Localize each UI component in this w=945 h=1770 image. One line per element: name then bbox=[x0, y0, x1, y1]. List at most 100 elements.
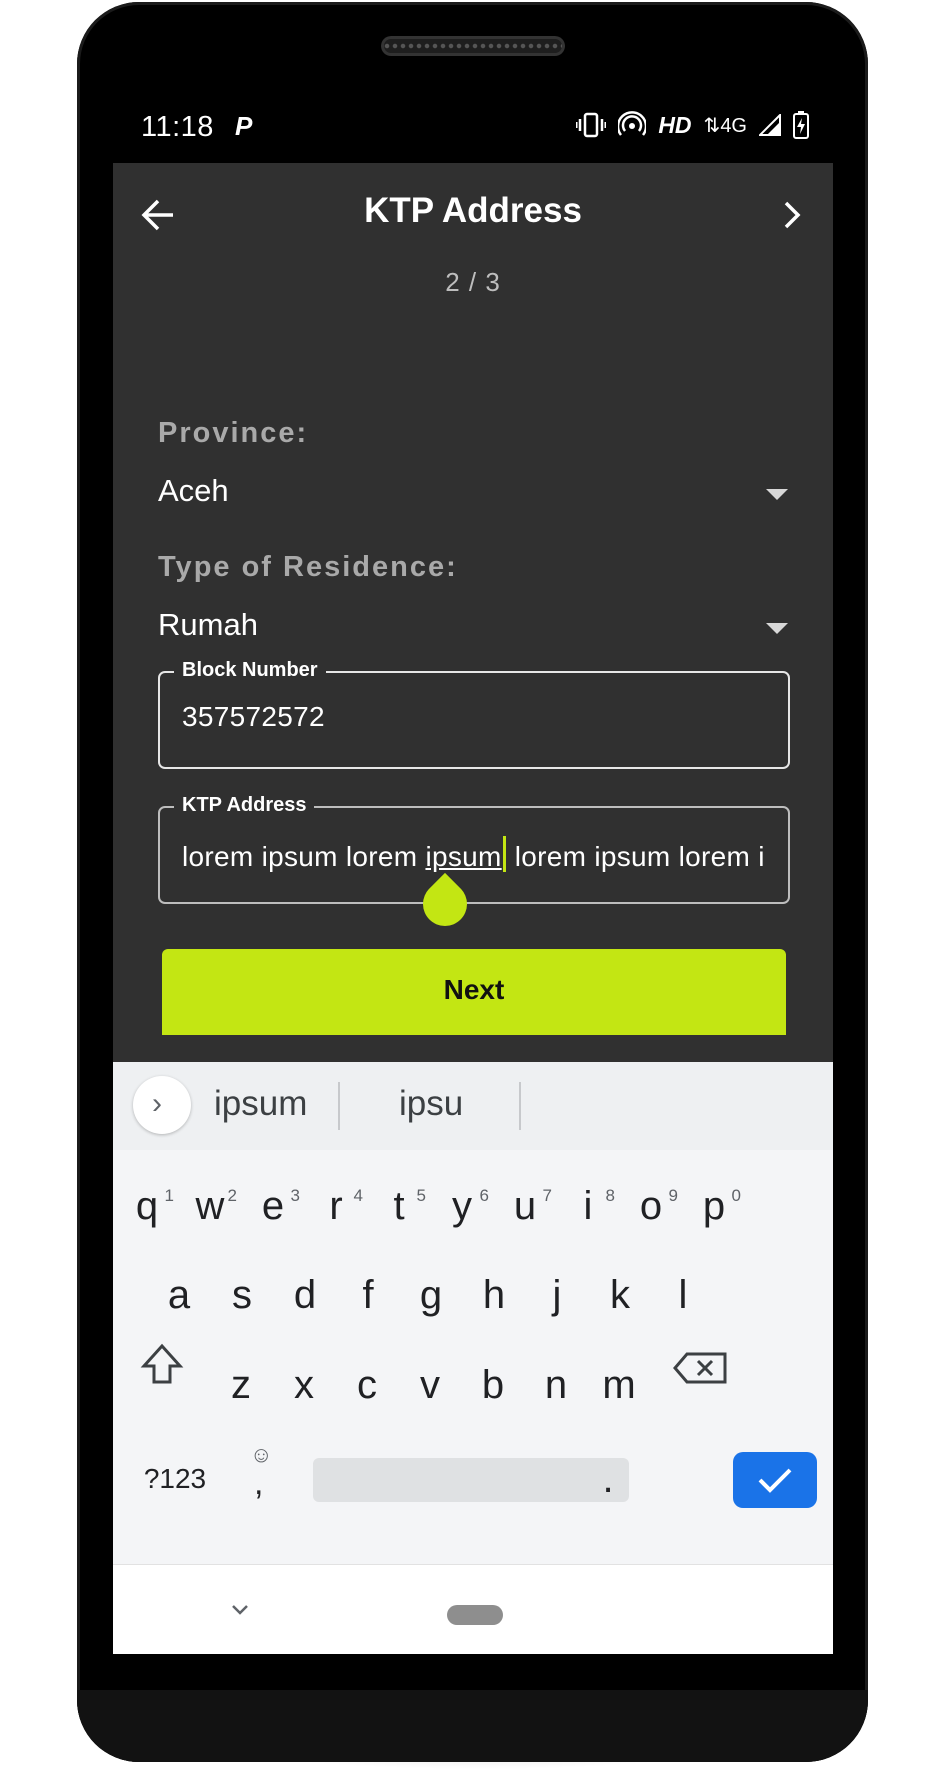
checkmark-icon bbox=[758, 1468, 792, 1493]
key-number-hint: 6 bbox=[479, 1186, 489, 1205]
block-number-field[interactable]: Block Number 357572572 bbox=[158, 659, 790, 769]
key-label: y bbox=[452, 1184, 472, 1228]
hide-keyboard-chevron-icon[interactable] bbox=[225, 1595, 255, 1625]
comma-label: , bbox=[254, 1464, 264, 1502]
key-v[interactable]: v bbox=[395, 1340, 465, 1430]
step-indicator: 2 / 3 bbox=[445, 267, 501, 297]
key-q[interactable]: q1 bbox=[113, 1161, 182, 1251]
suggestion-2[interactable]: ipsu bbox=[399, 1084, 463, 1124]
vibrate-icon bbox=[576, 112, 607, 138]
suggestion-divider bbox=[338, 1082, 340, 1130]
status-icons: HD ⇅4G bbox=[576, 111, 809, 139]
hotspot-icon bbox=[618, 111, 647, 136]
key-label: e bbox=[261, 1184, 285, 1228]
key-t[interactable]: t5 bbox=[364, 1161, 434, 1251]
address-text-after: lorem ipsum lorem ip bbox=[506, 841, 766, 872]
ktp-address-screen: KTP Address 2 / 3 Province: Aceh Type of… bbox=[113, 163, 833, 1062]
ktp-address-field[interactable]: KTP Address lorem ipsum lorem ipsum lore… bbox=[158, 794, 790, 904]
key-r[interactable]: r4 bbox=[301, 1161, 371, 1251]
dropdown-caret-icon bbox=[766, 623, 788, 634]
symbols-key[interactable]: ?123 bbox=[125, 1434, 225, 1524]
dropdown-caret-icon bbox=[766, 489, 788, 500]
backspace-icon[interactable] bbox=[665, 1324, 735, 1414]
key-k[interactable]: k bbox=[585, 1250, 655, 1340]
residence-dropdown[interactable]: Rumah bbox=[158, 595, 788, 655]
suggestion-divider bbox=[519, 1082, 521, 1130]
key-label: t bbox=[393, 1184, 405, 1228]
province-label: Province: bbox=[158, 417, 309, 449]
province-value: Aceh bbox=[158, 473, 229, 508]
network-type: ⇅4G bbox=[703, 114, 747, 137]
key-w[interactable]: w2 bbox=[175, 1161, 245, 1251]
key-f[interactable]: f bbox=[333, 1250, 403, 1340]
key-e[interactable]: e3 bbox=[238, 1161, 308, 1251]
earpiece-speaker bbox=[381, 36, 565, 56]
key-i[interactable]: i8 bbox=[553, 1161, 623, 1251]
key-h[interactable]: h bbox=[459, 1250, 529, 1340]
address-composing-word: ipsum bbox=[425, 841, 502, 872]
navigation-bar bbox=[113, 1564, 833, 1654]
block-number-value: 357572572 bbox=[182, 701, 325, 732]
battery-charging-icon bbox=[793, 111, 809, 139]
address-text-before: lorem ipsum lorem bbox=[182, 841, 426, 872]
enter-key[interactable] bbox=[733, 1452, 817, 1508]
hd-label: HD bbox=[658, 111, 692, 138]
key-b[interactable]: b bbox=[458, 1340, 528, 1430]
key-number-hint: 4 bbox=[353, 1186, 363, 1205]
phone-chin bbox=[77, 1690, 868, 1762]
key-y[interactable]: y6 bbox=[427, 1161, 497, 1251]
key-u[interactable]: u7 bbox=[490, 1161, 560, 1251]
status-time: 11:18 bbox=[141, 111, 214, 143]
key-number-hint: 0 bbox=[731, 1186, 741, 1205]
suggestion-strip: › ipsum ipsu bbox=[113, 1062, 833, 1150]
signal-icon bbox=[759, 114, 781, 136]
key-n[interactable]: n bbox=[521, 1340, 591, 1430]
residence-value: Rumah bbox=[158, 607, 258, 642]
key-number-hint: 2 bbox=[227, 1186, 237, 1205]
key-label: p bbox=[702, 1184, 726, 1228]
key-j[interactable]: j bbox=[522, 1250, 592, 1340]
key-label: o bbox=[639, 1184, 663, 1228]
app-bar: KTP Address bbox=[113, 163, 833, 263]
key-number-hint: 1 bbox=[164, 1186, 174, 1205]
residence-label: Type of Residence: bbox=[158, 551, 458, 583]
chevron-right-icon: › bbox=[152, 1087, 162, 1120]
key-number-hint: 8 bbox=[605, 1186, 615, 1205]
network-label: 4G bbox=[720, 114, 747, 137]
ktp-address-value: lorem ipsum lorem ipsum lorem ipsum lore… bbox=[182, 836, 766, 873]
period-key[interactable]: . bbox=[573, 1434, 643, 1524]
text-cursor bbox=[502, 836, 506, 872]
ktp-address-label: KTP Address bbox=[174, 794, 315, 817]
home-pill[interactable] bbox=[447, 1605, 503, 1625]
key-label: r bbox=[329, 1184, 343, 1228]
suggestions-expand-button[interactable]: › bbox=[133, 1076, 191, 1134]
shift-icon[interactable] bbox=[127, 1324, 197, 1414]
province-dropdown[interactable]: Aceh bbox=[158, 461, 788, 521]
key-label: w bbox=[195, 1184, 225, 1228]
carrier-p-icon: P bbox=[235, 111, 253, 141]
key-g[interactable]: g bbox=[396, 1250, 466, 1340]
suggestion-1[interactable]: ipsum bbox=[214, 1084, 307, 1124]
key-number-hint: 9 bbox=[668, 1186, 678, 1205]
key-d[interactable]: d bbox=[270, 1250, 340, 1340]
key-label: q bbox=[135, 1184, 159, 1228]
key-label: u bbox=[513, 1184, 537, 1228]
phone-screen: 11:18 P HD ⇅4G KTP Address 2 / 3 Provinc… bbox=[113, 89, 833, 1654]
status-bar: 11:18 P HD ⇅4G bbox=[113, 89, 833, 163]
key-number-hint: 7 bbox=[542, 1186, 552, 1205]
key-c[interactable]: c bbox=[332, 1340, 402, 1430]
soft-keyboard: › ipsum ipsu q1w2e3r4t5y6u7i8o9p0 asdfgh… bbox=[113, 1062, 833, 1654]
page-title: KTP Address bbox=[364, 191, 582, 230]
key-number-hint: 5 bbox=[416, 1186, 426, 1205]
key-p[interactable]: p0 bbox=[679, 1161, 749, 1251]
chevron-right-icon[interactable] bbox=[773, 193, 813, 237]
key-label: i bbox=[583, 1184, 593, 1228]
key-o[interactable]: o9 bbox=[616, 1161, 686, 1251]
block-number-label: Block Number bbox=[174, 659, 326, 682]
key-s[interactable]: s bbox=[207, 1250, 277, 1340]
key-x[interactable]: x bbox=[269, 1340, 339, 1430]
key-number-hint: 3 bbox=[290, 1186, 300, 1205]
comma-key[interactable]: ☺ , bbox=[225, 1434, 295, 1524]
key-m[interactable]: m bbox=[584, 1340, 654, 1430]
next-button[interactable]: Next bbox=[162, 949, 786, 1035]
